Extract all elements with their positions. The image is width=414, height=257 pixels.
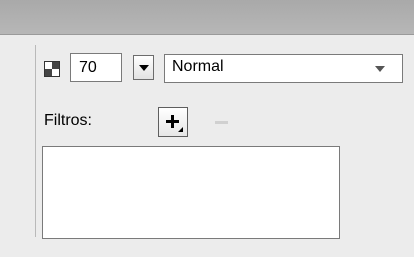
panel-divider <box>35 45 36 237</box>
blend-mode-select[interactable]: Normal <box>164 54 403 83</box>
blend-mode-value: Normal <box>172 58 224 75</box>
add-filter-button[interactable] <box>158 107 188 137</box>
alpha-checker-icon <box>44 61 60 77</box>
chevron-down-icon <box>375 66 385 72</box>
filters-list[interactable] <box>42 146 340 239</box>
minus-icon <box>215 121 228 124</box>
panel-title-bar <box>0 0 414 35</box>
opacity-input[interactable] <box>70 53 122 82</box>
remove-filter-button[interactable] <box>210 107 234 137</box>
dropdown-arrow-icon <box>139 65 149 71</box>
filters-label: Filtros: <box>44 112 92 129</box>
opacity-dropdown-button[interactable] <box>133 55 154 80</box>
menu-corner-icon <box>178 127 183 132</box>
